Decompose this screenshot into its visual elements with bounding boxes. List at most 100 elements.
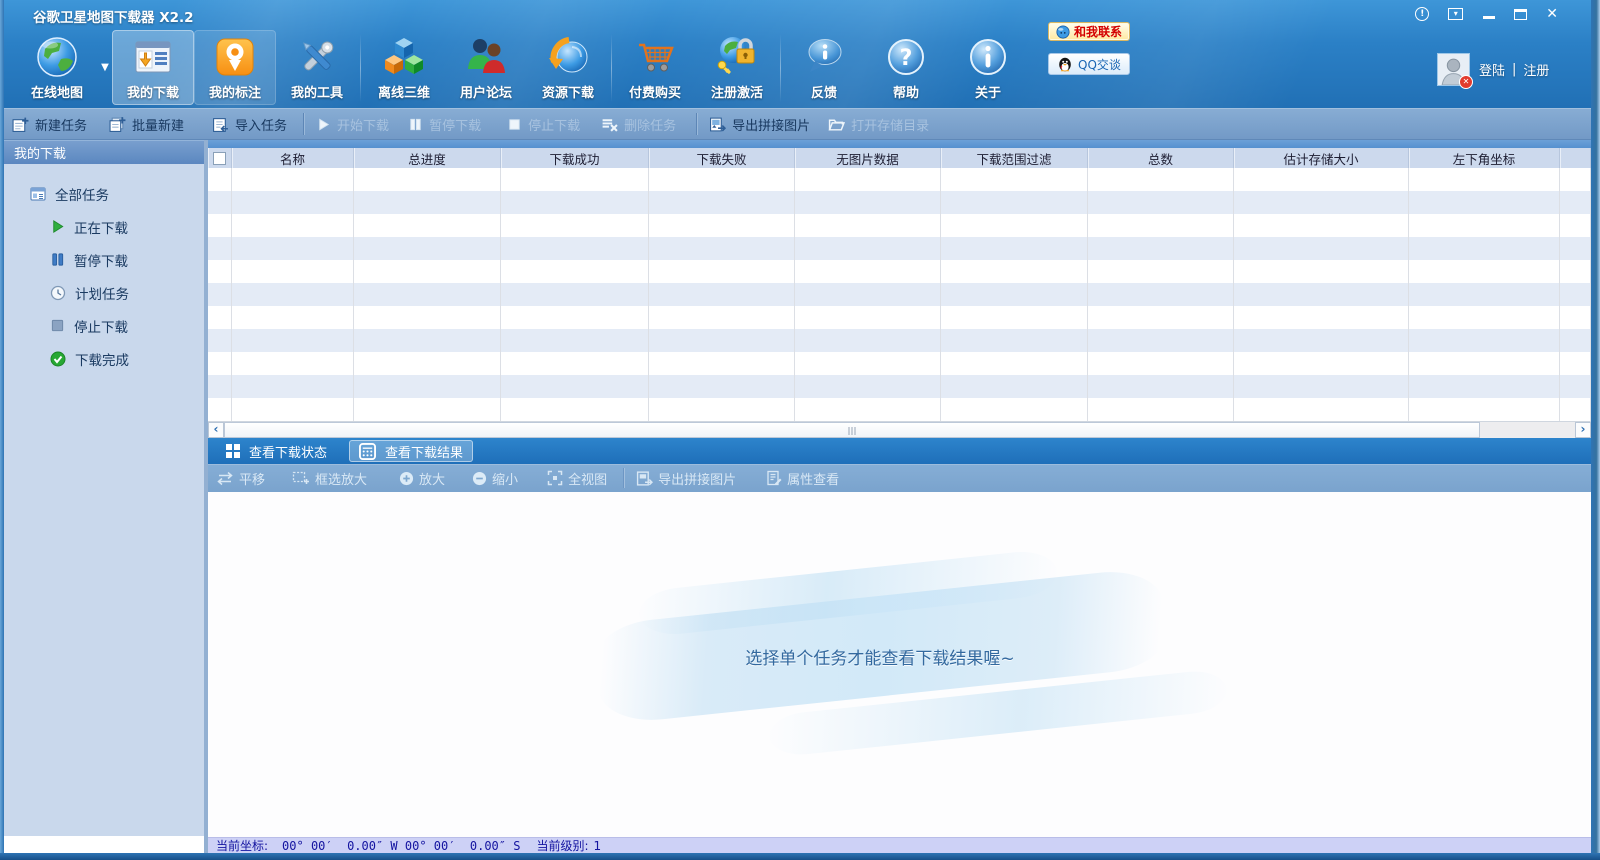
pause-download-button[interactable]: 暂停下载	[408, 115, 481, 134]
column-header-storage-size[interactable]: 估计存储大小	[1234, 148, 1409, 168]
table-cell	[649, 214, 795, 237]
zoom-out-button[interactable]: 缩小	[472, 469, 518, 488]
toolbar-button-about[interactable]: 关于	[947, 30, 1029, 105]
toolbar-button-feedback[interactable]: 反馈	[783, 30, 865, 105]
table-cell	[1560, 375, 1591, 398]
pan-button[interactable]: 平移	[216, 469, 265, 488]
export-stitched-image-button[interactable]: 导出拼接图片	[709, 115, 810, 134]
table-cell	[354, 191, 501, 214]
table-row[interactable]	[208, 329, 1591, 352]
pause-icon	[408, 117, 423, 132]
globe-icon	[35, 33, 79, 81]
batch-create-button[interactable]: 批量新建	[109, 115, 184, 134]
sidebar-item-scheduled[interactable]: 计划任务	[4, 276, 204, 309]
select-all-checkbox[interactable]	[213, 152, 226, 165]
table-row[interactable]	[208, 168, 1591, 191]
table-cell	[1409, 260, 1560, 283]
horizontal-scrollbar[interactable]: ‹ ›	[208, 421, 1591, 438]
toolbar-separator	[696, 113, 697, 135]
delete-task-icon	[601, 116, 618, 133]
column-header-total[interactable]: 总数	[1088, 148, 1234, 168]
column-header-success[interactable]: 下载成功	[501, 148, 649, 168]
table-cell	[1088, 214, 1234, 237]
minimize-to-tray-icon[interactable]: ▾	[1448, 8, 1463, 20]
table-row[interactable]	[208, 306, 1591, 329]
table-cell	[941, 260, 1088, 283]
stop-download-button[interactable]: 停止下载	[507, 115, 580, 134]
sidebar-item-stopped[interactable]: 停止下载	[4, 309, 204, 342]
scrollbar-thumb[interactable]	[224, 422, 1480, 438]
table-row[interactable]	[208, 237, 1591, 260]
table-row[interactable]	[208, 375, 1591, 398]
table-cell	[1088, 352, 1234, 375]
table-cell	[941, 375, 1088, 398]
toolbar-button-my-downloads[interactable]: 我的下载	[112, 30, 194, 105]
avatar[interactable]: ✕	[1437, 53, 1470, 86]
table-cell	[354, 214, 501, 237]
export-stitched-image-button-bottom[interactable]: 导出拼接图片	[636, 469, 736, 488]
minimize-icon[interactable]	[1482, 8, 1495, 21]
column-header-failed[interactable]: 下载失败	[649, 148, 795, 168]
column-header-range-filter[interactable]: 下载范围过滤	[941, 148, 1088, 168]
select-all-cell	[208, 148, 232, 168]
table-cell	[1560, 283, 1591, 306]
properties-button[interactable]: 属性查看	[766, 469, 839, 488]
play-icon	[316, 117, 331, 132]
toolbar-button-help[interactable]: ? 帮助	[865, 30, 947, 105]
table-cell	[941, 306, 1088, 329]
close-icon[interactable]: ✕	[1546, 7, 1558, 21]
chevron-down-icon[interactable]: ▼	[98, 62, 112, 73]
import-task-button[interactable]: 导入任务	[212, 115, 287, 134]
qq-chat-button[interactable]: QQ交谈	[1048, 53, 1130, 75]
open-storage-dir-button[interactable]: 打开存储目录	[828, 115, 929, 134]
scroll-right-icon[interactable]: ›	[1575, 422, 1591, 438]
maximize-icon[interactable]	[1514, 9, 1527, 20]
sidebar-item-completed[interactable]: 下载完成	[4, 342, 204, 375]
toolbar-button-resource-download[interactable]: 资源下载	[527, 30, 609, 105]
scroll-left-icon[interactable]: ‹	[208, 422, 224, 438]
toolbar-button-my-annotations[interactable]: 我的标注	[194, 30, 276, 105]
table-cell	[232, 398, 354, 421]
table-row[interactable]	[208, 398, 1591, 421]
sidebar-item-paused[interactable]: 暂停下载	[4, 243, 204, 276]
tab-download-result[interactable]: 查看下载结果	[349, 440, 473, 462]
table-row[interactable]	[208, 214, 1591, 237]
toolbar-button-offline-3d[interactable]: 离线三维	[363, 30, 445, 105]
table-cell	[1234, 260, 1409, 283]
contact-me-button[interactable]: 和我联系	[1048, 22, 1130, 41]
toolbar-button-register-activate[interactable]: 注册激活	[696, 30, 778, 105]
table-row[interactable]	[208, 352, 1591, 375]
zoom-in-button[interactable]: 放大	[399, 469, 445, 488]
table-cell	[208, 398, 232, 421]
column-header-progress[interactable]: 总进度	[354, 148, 501, 168]
table-row[interactable]	[208, 260, 1591, 283]
toolbar-button-user-forum[interactable]: 用户论坛	[445, 30, 527, 105]
table-row[interactable]	[208, 283, 1591, 306]
table-cell	[795, 375, 941, 398]
sidebar-item-downloading[interactable]: 正在下载	[4, 210, 204, 243]
toolbar-button-my-tools[interactable]: 我的工具	[276, 30, 358, 105]
column-header-name[interactable]: 名称	[232, 148, 354, 168]
sidebar-item-all-tasks[interactable]: 全部任务	[4, 177, 204, 210]
table-cell	[354, 306, 501, 329]
new-task-button[interactable]: 新建任务	[12, 115, 87, 134]
login-link[interactable]: 登陆	[1479, 60, 1505, 79]
full-view-button[interactable]: 全视图	[547, 469, 607, 488]
table-row[interactable]	[208, 191, 1591, 214]
column-header-no-image[interactable]: 无图片数据	[795, 148, 941, 168]
properties-icon	[766, 470, 782, 486]
column-header-bottom-left-coord[interactable]: 左下角坐标	[1409, 148, 1560, 168]
window-info-icon[interactable]: !	[1415, 7, 1429, 21]
table-cell	[649, 352, 795, 375]
box-zoom-button[interactable]: 框选放大	[292, 469, 367, 488]
register-link[interactable]: 注册	[1523, 60, 1549, 79]
start-download-button[interactable]: 开始下载	[316, 115, 389, 134]
toolbar-button-purchase[interactable]: 付费购买	[614, 30, 696, 105]
table-cell	[208, 214, 232, 237]
tab-download-status[interactable]: 查看下载状态	[216, 440, 337, 462]
table-cell	[941, 168, 1088, 191]
contact-cluster: 和我联系 QQ交谈	[1048, 22, 1130, 75]
zoom-out-icon	[472, 471, 487, 486]
delete-task-button[interactable]: 删除任务	[601, 115, 676, 134]
toolbar-button-online-map[interactable]: 在线地图	[16, 30, 98, 105]
